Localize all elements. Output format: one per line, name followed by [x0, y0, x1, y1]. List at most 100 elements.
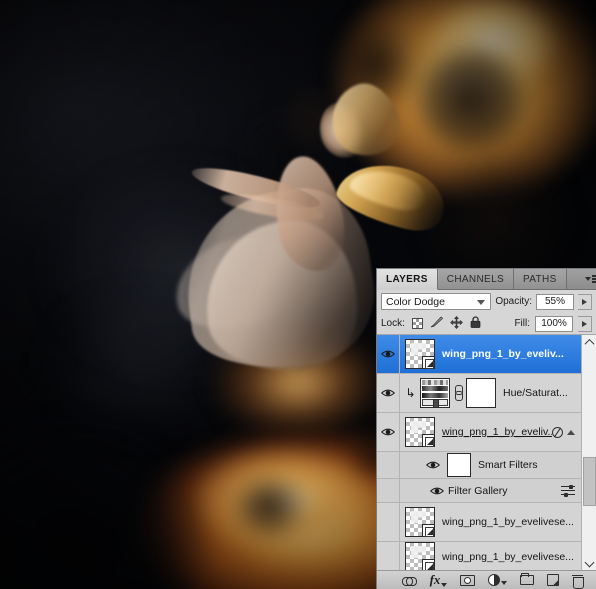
tab-paths-label: PATHS [523, 274, 557, 285]
saturation-gradient-bar [422, 386, 448, 391]
layer-visibility-cell[interactable] [377, 542, 400, 570]
layer-thumbnail[interactable] [405, 542, 435, 570]
adjustment-thumbnail[interactable] [420, 378, 450, 408]
eye-icon[interactable] [381, 517, 395, 527]
layer-name[interactable]: wing_png_1_by_evelivese... [435, 551, 581, 563]
filter-visibility-cell[interactable] [377, 479, 400, 502]
layer-thumbnail[interactable] [405, 507, 435, 537]
layers-panel-toolbar: fx [377, 570, 596, 589]
layer-row[interactable]: wing_png_1_by_evelivese... [377, 503, 581, 542]
layers-scrollbar[interactable] [581, 335, 596, 570]
fill-label: Fill: [514, 318, 530, 329]
photoshop-screenshot: LAYERS CHANNELS PATHS Color Dodge Opacit… [0, 0, 596, 589]
filter-blending-options-icon[interactable] [561, 485, 575, 496]
smart-object-badge-icon [422, 524, 435, 537]
layer-name[interactable]: Hue/Saturat... [496, 387, 581, 399]
new-adjustment-layer-icon[interactable] [488, 574, 507, 586]
clipping-mask-arrow-icon: ↳ [405, 387, 416, 399]
chevron-down-icon[interactable] [582, 555, 596, 570]
tab-paths[interactable]: PATHS [514, 269, 567, 289]
opacity-input[interactable]: 55% [536, 294, 574, 310]
thumbnail-content [411, 343, 426, 355]
scrollbar-track[interactable] [582, 350, 596, 555]
lock-row: Lock: Fill: 100% [377, 313, 596, 335]
smart-filters-indicator-icon[interactable] [552, 427, 563, 438]
filter-row-icons [561, 485, 581, 496]
smart-object-badge-icon [422, 434, 435, 447]
layer-name[interactable]: wing_png_1_by_eveliv... [435, 426, 552, 438]
tab-channels[interactable]: CHANNELS [438, 269, 514, 289]
eye-icon[interactable] [381, 388, 395, 398]
blend-mode-select[interactable]: Color Dodge [381, 293, 491, 310]
chevron-down-icon [477, 300, 485, 305]
layers-list[interactable]: wing_png_1_by_eveliv... ↳ [377, 335, 596, 570]
panel-menu-triangle-icon [585, 277, 591, 281]
layer-name[interactable]: wing_png_1_by_evelivese... [435, 516, 581, 528]
opacity-slider-toggle[interactable] [578, 294, 592, 310]
tab-layers-label: LAYERS [386, 274, 428, 285]
layer-row[interactable]: wing_png_1_by_eveliv... [377, 413, 581, 452]
smart-filters-visibility-cell[interactable] [377, 452, 400, 478]
thumbnail-content [411, 511, 426, 523]
layer-thumbnail-cell[interactable] [400, 542, 435, 570]
chevron-up-icon[interactable] [582, 335, 596, 350]
layer-row-icons [552, 427, 581, 438]
add-layer-mask-icon[interactable] [460, 575, 475, 586]
layer-mask-thumbnail[interactable] [466, 378, 496, 408]
layers-list-inner: wing_png_1_by_eveliv... ↳ [377, 335, 581, 570]
layer-thumbnail-cell[interactable] [400, 339, 435, 369]
thumbnail-content [411, 546, 426, 558]
blend-mode-value: Color Dodge [386, 296, 445, 308]
link-layers-icon[interactable] [402, 576, 417, 585]
eye-icon[interactable] [381, 427, 395, 437]
filter-name[interactable]: Filter Gallery [444, 485, 561, 497]
fill-input[interactable]: 100% [535, 316, 573, 332]
layer-visibility-cell[interactable] [377, 335, 400, 373]
hue-gradient-bar [422, 380, 448, 385]
eye-icon[interactable] [426, 460, 440, 470]
eye-icon[interactable] [430, 486, 444, 496]
smart-object-badge-icon [422, 559, 435, 570]
delete-layer-icon[interactable] [572, 574, 583, 587]
eye-icon[interactable] [381, 552, 395, 562]
filter-eye-cell [400, 486, 444, 496]
panel-menu-lines-icon [592, 275, 596, 283]
panel-tab-bar: LAYERS CHANNELS PATHS [377, 269, 596, 290]
tab-bar-filler [567, 269, 585, 289]
layer-thumbnail[interactable] [405, 417, 435, 447]
lock-position-icon[interactable] [450, 316, 463, 332]
tab-layers[interactable]: LAYERS [377, 269, 438, 290]
layer-row[interactable]: wing_png_1_by_evelivese... [377, 542, 581, 570]
new-layer-icon[interactable] [547, 574, 559, 586]
layer-visibility-cell[interactable] [377, 413, 400, 451]
layer-styles-fx-icon[interactable]: fx [430, 572, 448, 588]
layer-thumbnail-cell[interactable] [400, 417, 435, 447]
lock-image-pixels-icon[interactable] [430, 316, 443, 331]
layer-visibility-cell[interactable] [377, 374, 400, 412]
thumbnail-content [411, 421, 426, 433]
fill-slider-toggle[interactable] [578, 316, 592, 332]
smart-filters-row[interactable]: Smart Filters [377, 452, 581, 479]
lock-all-icon[interactable] [470, 316, 481, 331]
layer-thumbnail-cell[interactable]: ↳ [400, 378, 496, 408]
layer-row[interactable]: wing_png_1_by_eveliv... [377, 335, 581, 374]
lightness-gradient-bar [422, 393, 448, 398]
layer-row[interactable]: ↳ Hue/Saturat... [377, 374, 581, 413]
layer-visibility-cell[interactable] [377, 503, 400, 541]
layers-panel[interactable]: LAYERS CHANNELS PATHS Color Dodge Opacit… [376, 268, 596, 589]
opacity-value: 55% [545, 296, 565, 307]
layer-thumbnail[interactable] [405, 339, 435, 369]
link-mask-icon[interactable] [453, 385, 463, 401]
triangle-right-icon [582, 299, 587, 305]
layer-thumbnail-cell[interactable] [400, 507, 435, 537]
scrollbar-thumb[interactable] [583, 457, 596, 506]
opacity-label: Opacity: [495, 296, 532, 307]
smart-filter-mask-thumbnail[interactable] [447, 453, 471, 477]
smart-filter-entry-row[interactable]: Filter Gallery [377, 479, 581, 503]
panel-menu-icon[interactable] [585, 269, 596, 289]
lock-transparent-pixels-icon[interactable] [412, 318, 423, 329]
expand-filters-triangle-icon[interactable] [567, 430, 575, 435]
new-group-icon[interactable] [520, 575, 534, 585]
eye-icon[interactable] [381, 349, 395, 359]
layer-name[interactable]: wing_png_1_by_eveliv... [435, 348, 581, 360]
